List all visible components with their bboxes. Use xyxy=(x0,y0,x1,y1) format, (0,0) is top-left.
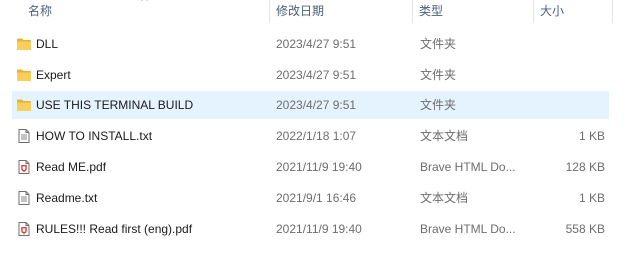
folder-icon xyxy=(16,97,32,113)
file-type: 文本文档 xyxy=(420,191,469,205)
file-size xyxy=(538,61,605,89)
column-header: 名称 修改日期 类型 大小 xyxy=(0,0,634,23)
file-row[interactable]: Readme.txt 2021/9/1 16:46 文本文档 1 KB xyxy=(12,184,609,212)
file-explorer: 名称 修改日期 类型 大小 DLL 2023/4/27 9:51 文件夹 Exp… xyxy=(0,0,634,263)
column-divider[interactable] xyxy=(612,0,613,23)
text-file-icon xyxy=(16,190,32,206)
file-date-modified: 2022/1/18 1:07 xyxy=(276,129,357,143)
column-header-size[interactable]: 大小 xyxy=(534,0,608,23)
file-type: 文件夹 xyxy=(420,68,457,82)
file-date-modified: 2021/9/1 16:46 xyxy=(276,191,357,205)
file-type: Brave HTML Do... xyxy=(420,160,516,174)
text-file-icon xyxy=(16,128,32,144)
file-row[interactable]: HOW TO INSTALL.txt 2022/1/18 1:07 文本文档 1… xyxy=(12,122,609,150)
file-name: DLL xyxy=(36,37,59,51)
file-name: Readme.txt xyxy=(36,191,98,205)
folder-icon xyxy=(16,67,32,83)
file-size xyxy=(538,30,605,58)
file-type: 文本文档 xyxy=(420,129,469,143)
column-header-date-modified[interactable]: 修改日期 xyxy=(270,0,412,23)
file-date-modified: 2021/11/9 19:40 xyxy=(276,160,362,174)
file-size: 558 KB xyxy=(565,222,605,236)
file-size: 128 KB xyxy=(565,160,605,174)
file-row[interactable]: Read ME.pdf 2021/11/9 19:40 Brave HTML D… xyxy=(12,153,609,181)
file-type: Brave HTML Do... xyxy=(420,222,516,236)
column-header-type[interactable]: 类型 xyxy=(413,0,533,23)
file-row[interactable]: RULES!!! Read first (eng).pdf 2021/11/9 … xyxy=(12,215,609,243)
file-row-selected[interactable]: USE THIS TERMINAL BUILD 2023/4/27 9:51 文… xyxy=(12,91,609,119)
file-name: USE THIS TERMINAL BUILD xyxy=(36,98,194,112)
file-type: 文件夹 xyxy=(420,98,457,112)
pdf-file-icon xyxy=(16,159,32,175)
file-size: 1 KB xyxy=(578,129,605,143)
file-row[interactable]: DLL 2023/4/27 9:51 文件夹 xyxy=(12,30,609,58)
file-name: HOW TO INSTALL.txt xyxy=(36,129,153,143)
file-date-modified: 2023/4/27 9:51 xyxy=(276,68,357,82)
file-size: 1 KB xyxy=(578,191,605,205)
pdf-file-icon xyxy=(16,221,32,237)
folder-icon xyxy=(16,36,32,52)
file-row[interactable]: Expert 2023/4/27 9:51 文件夹 xyxy=(12,61,609,89)
file-name: Read ME.pdf xyxy=(36,160,107,174)
file-date-modified: 2021/11/9 19:40 xyxy=(276,222,362,236)
file-type: 文件夹 xyxy=(420,37,457,51)
file-size xyxy=(538,91,605,119)
file-date-modified: 2023/4/27 9:51 xyxy=(276,98,357,112)
column-header-name[interactable]: 名称 xyxy=(22,0,268,23)
file-name: RULES!!! Read first (eng).pdf xyxy=(36,222,193,236)
file-name: Expert xyxy=(36,68,71,82)
file-date-modified: 2023/4/27 9:51 xyxy=(276,37,357,51)
